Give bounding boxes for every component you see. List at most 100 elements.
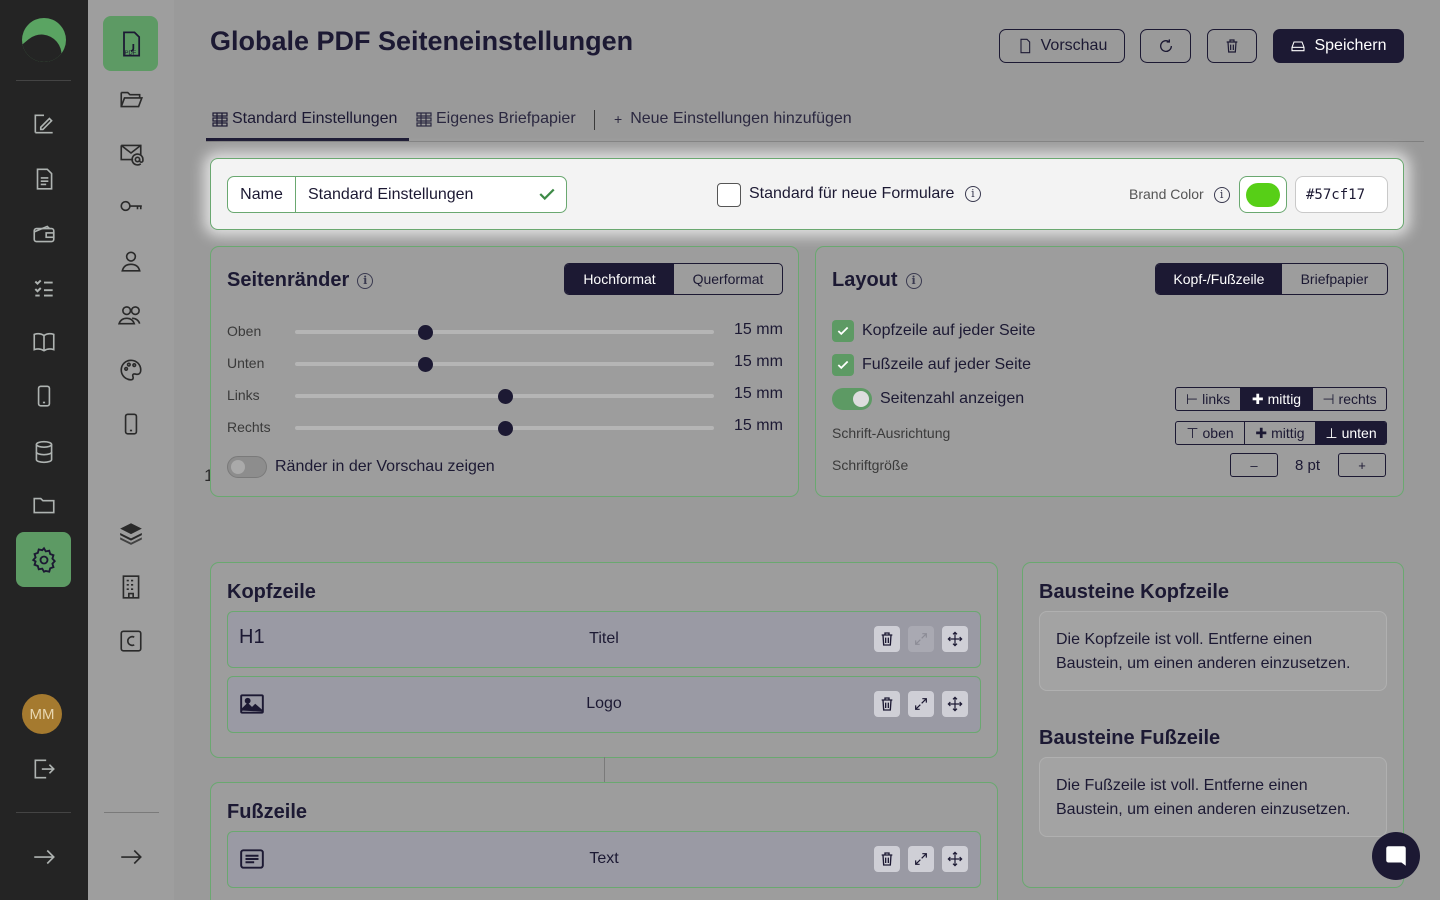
arrow-right-icon[interactable] bbox=[24, 837, 64, 877]
slider-track[interactable] bbox=[295, 357, 714, 372]
option-label: mittig bbox=[1267, 391, 1302, 407]
block-expand-button[interactable] bbox=[908, 691, 934, 717]
footer-blocks-title: Bausteine Fußzeile bbox=[1039, 727, 1221, 749]
layout-mode-letterhead[interactable]: Briefpapier bbox=[1282, 264, 1387, 294]
logout-icon[interactable] bbox=[24, 749, 64, 789]
slider-handle[interactable] bbox=[497, 389, 513, 404]
user-icon[interactable] bbox=[111, 241, 151, 281]
block-delete-button[interactable] bbox=[874, 846, 900, 872]
expand-icon bbox=[915, 633, 927, 645]
slider-track[interactable] bbox=[295, 325, 714, 340]
position-center[interactable]: ✚ mittig bbox=[1240, 388, 1312, 410]
tab-custom-letterhead[interactable]: Eigenes Briefpapier bbox=[416, 110, 576, 128]
brand-color-picker[interactable] bbox=[1239, 176, 1287, 213]
slider-value: 15 mm bbox=[734, 385, 783, 402]
block-move-handle[interactable] bbox=[942, 691, 968, 717]
footer-every-page-label: Fußzeile auf jeder Seite bbox=[862, 356, 1031, 373]
info-icon[interactable]: i bbox=[1213, 187, 1230, 204]
slider-value: 15 mm bbox=[734, 321, 783, 338]
header-block-logo[interactable]: Logo bbox=[227, 676, 981, 733]
position-left[interactable]: ⊢ links bbox=[1176, 388, 1240, 410]
phone-icon[interactable] bbox=[24, 376, 64, 416]
name-input[interactable]: Standard Einstellungen bbox=[296, 186, 566, 204]
slider-track[interactable] bbox=[295, 421, 714, 436]
reset-button[interactable] bbox=[1140, 29, 1191, 63]
edit-document-icon[interactable] bbox=[24, 104, 64, 144]
slider-track[interactable] bbox=[295, 389, 714, 404]
document-icon[interactable] bbox=[24, 159, 64, 199]
folder-open-icon[interactable] bbox=[111, 79, 151, 119]
pdf-file-icon: PDF bbox=[122, 30, 140, 57]
block-move-handle[interactable] bbox=[942, 846, 968, 872]
block-move-handle[interactable] bbox=[942, 626, 968, 652]
key-icon[interactable] bbox=[111, 186, 151, 226]
slider-handle[interactable] bbox=[417, 357, 433, 372]
block-delete-button[interactable] bbox=[874, 691, 900, 717]
checklist-icon[interactable] bbox=[24, 268, 64, 308]
footer-every-page-checkbox[interactable] bbox=[832, 354, 854, 376]
mail-at-icon[interactable] bbox=[111, 133, 151, 173]
arrow-right-icon[interactable] bbox=[111, 837, 151, 877]
block-expand-button[interactable] bbox=[908, 626, 934, 652]
header-blocks-full-notice: Die Kopfzeile ist voll. Entferne einen B… bbox=[1039, 611, 1387, 691]
users-icon[interactable] bbox=[111, 295, 151, 335]
settings-nav-active[interactable] bbox=[16, 532, 71, 587]
option-label: mittig bbox=[1271, 425, 1305, 441]
layout-title-text: Layout bbox=[832, 269, 898, 291]
default-for-new-forms-checkbox[interactable] bbox=[717, 183, 741, 207]
avatar[interactable]: MM bbox=[22, 694, 62, 734]
block-expand-button[interactable] bbox=[908, 846, 934, 872]
hard-drive-icon bbox=[1291, 41, 1306, 52]
layers-icon[interactable] bbox=[111, 513, 151, 553]
valign-top[interactable]: ⊤ oben bbox=[1176, 422, 1244, 444]
rail-divider bbox=[16, 812, 71, 813]
app-logo[interactable] bbox=[22, 18, 66, 62]
mobile-icon[interactable] bbox=[111, 404, 151, 444]
tab-standard-settings[interactable]: Standard Einstellungen bbox=[212, 110, 397, 128]
book-icon[interactable] bbox=[24, 322, 64, 362]
align-middle-icon: ✚ bbox=[1255, 424, 1268, 441]
header-every-page-checkbox[interactable] bbox=[832, 320, 854, 342]
slider-handle[interactable] bbox=[497, 421, 513, 436]
chat-support-button[interactable] bbox=[1372, 832, 1420, 880]
footer-block-text[interactable]: Text bbox=[227, 831, 981, 888]
layout-mode-header-footer[interactable]: Kopf-/Fußzeile bbox=[1156, 264, 1282, 294]
delete-button[interactable] bbox=[1207, 29, 1257, 63]
save-button[interactable]: Speichern bbox=[1273, 29, 1404, 63]
brand-color-hex-input[interactable]: #57cf17 bbox=[1295, 176, 1388, 213]
chat-bubble-icon bbox=[1386, 846, 1406, 866]
header-block-title[interactable]: H1 Titel bbox=[227, 611, 981, 668]
svg-text:PDF: PDF bbox=[124, 50, 136, 56]
font-size-decrease-button[interactable]: – bbox=[1230, 453, 1278, 477]
move-icon bbox=[947, 851, 963, 867]
slider-label: Unten bbox=[227, 355, 265, 371]
wallet-icon[interactable] bbox=[24, 214, 64, 254]
orientation-portrait[interactable]: Hochformat bbox=[565, 264, 674, 294]
valign-middle[interactable]: ✚ mittig bbox=[1244, 422, 1315, 444]
footer-builder-title: Fußzeile bbox=[227, 801, 308, 823]
valign-bottom[interactable]: ⊥ unten bbox=[1315, 422, 1386, 444]
show-margins-toggle[interactable] bbox=[227, 456, 267, 478]
position-right[interactable]: ⊣ rechts bbox=[1312, 388, 1386, 410]
block-delete-button[interactable] bbox=[874, 626, 900, 652]
move-icon bbox=[947, 631, 963, 647]
show-margins-label: Ränder in der Vorschau zeigen bbox=[275, 458, 495, 475]
database-icon[interactable] bbox=[24, 432, 64, 472]
tab-add-new-settings[interactable]: + Neue Einstellungen hinzufügen bbox=[614, 110, 852, 128]
orientation-landscape[interactable]: Querformat bbox=[674, 264, 782, 294]
palette-icon[interactable] bbox=[111, 350, 151, 390]
building-icon[interactable] bbox=[111, 567, 151, 607]
trash-icon bbox=[881, 697, 893, 711]
info-icon[interactable]: i bbox=[357, 272, 374, 289]
copyright-box-icon[interactable] bbox=[111, 621, 151, 661]
info-icon[interactable]: i bbox=[964, 185, 981, 202]
slider-handle[interactable] bbox=[417, 325, 433, 340]
folder-icon[interactable] bbox=[24, 485, 64, 525]
pdf-settings-nav-active[interactable]: PDF bbox=[103, 16, 158, 71]
header-builder-panel: Kopfzeile H1 Titel Logo bbox=[210, 562, 998, 758]
preview-button[interactable]: Vorschau bbox=[999, 29, 1125, 63]
info-icon[interactable]: i bbox=[905, 272, 922, 289]
page-number-toggle[interactable] bbox=[832, 388, 872, 410]
font-size-increase-button[interactable]: + bbox=[1338, 453, 1386, 477]
grid-icon bbox=[416, 112, 432, 127]
